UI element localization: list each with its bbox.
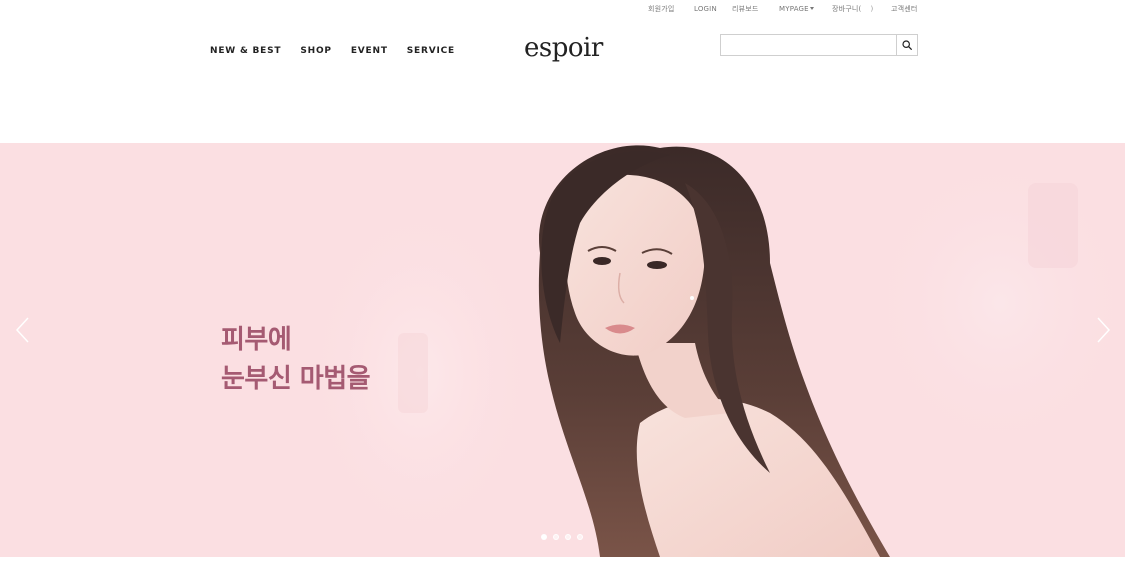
- nav-item-shop[interactable]: SHOP: [300, 46, 331, 56]
- chevron-right-icon: [1097, 317, 1111, 343]
- headline-line-2: 눈부신 마법을: [221, 364, 371, 394]
- search-button[interactable]: [896, 35, 917, 55]
- nav-item-service[interactable]: SERVICE: [407, 46, 455, 56]
- search-box: [720, 34, 918, 56]
- nav-item-new-best[interactable]: NEW & BEST: [210, 46, 281, 56]
- hero-headline: 피부에 눈부신 마법을: [221, 321, 371, 399]
- slider-dot-2[interactable]: [553, 534, 559, 540]
- customer-center-link[interactable]: 고객센터: [891, 4, 918, 14]
- chevron-left-icon: [15, 317, 29, 343]
- slider-pagination: [541, 534, 583, 540]
- model-portrait: [538, 145, 890, 557]
- login-link[interactable]: LOGIN: [694, 4, 717, 14]
- join-link[interactable]: 회원가입: [648, 4, 675, 14]
- review-board-link[interactable]: 리뷰보드: [732, 4, 759, 14]
- brand-logo[interactable]: espoir: [524, 33, 603, 63]
- slider-next-button[interactable]: [1092, 315, 1116, 345]
- cart-label: 장바구니(: [832, 5, 862, 13]
- hero-banner: 피부에 눈부신 마법을: [0, 143, 1125, 557]
- slider-prev-button[interactable]: [10, 315, 34, 345]
- headline-line-1: 피부에: [221, 325, 292, 355]
- slider-dot-3[interactable]: [565, 534, 571, 540]
- nav-item-event[interactable]: EVENT: [351, 46, 388, 56]
- cart-count: ): [870, 5, 874, 13]
- slider-dot-4[interactable]: [577, 534, 583, 540]
- main-nav: NEW & BEST SHOP EVENT SERVICE: [210, 46, 455, 56]
- mypage-menu[interactable]: MYPAGE: [779, 4, 814, 14]
- utility-bar: 회원가입 LOGIN 리뷰보드 MYPAGE 장바구니() 고객센터: [0, 4, 1125, 16]
- caret-down-icon: [809, 7, 814, 10]
- mypage-label: MYPAGE: [779, 5, 809, 13]
- slider-dot-1[interactable]: [541, 534, 547, 540]
- search-input[interactable]: [721, 35, 897, 55]
- search-icon: [902, 40, 912, 50]
- cart-link[interactable]: 장바구니(): [832, 4, 873, 14]
